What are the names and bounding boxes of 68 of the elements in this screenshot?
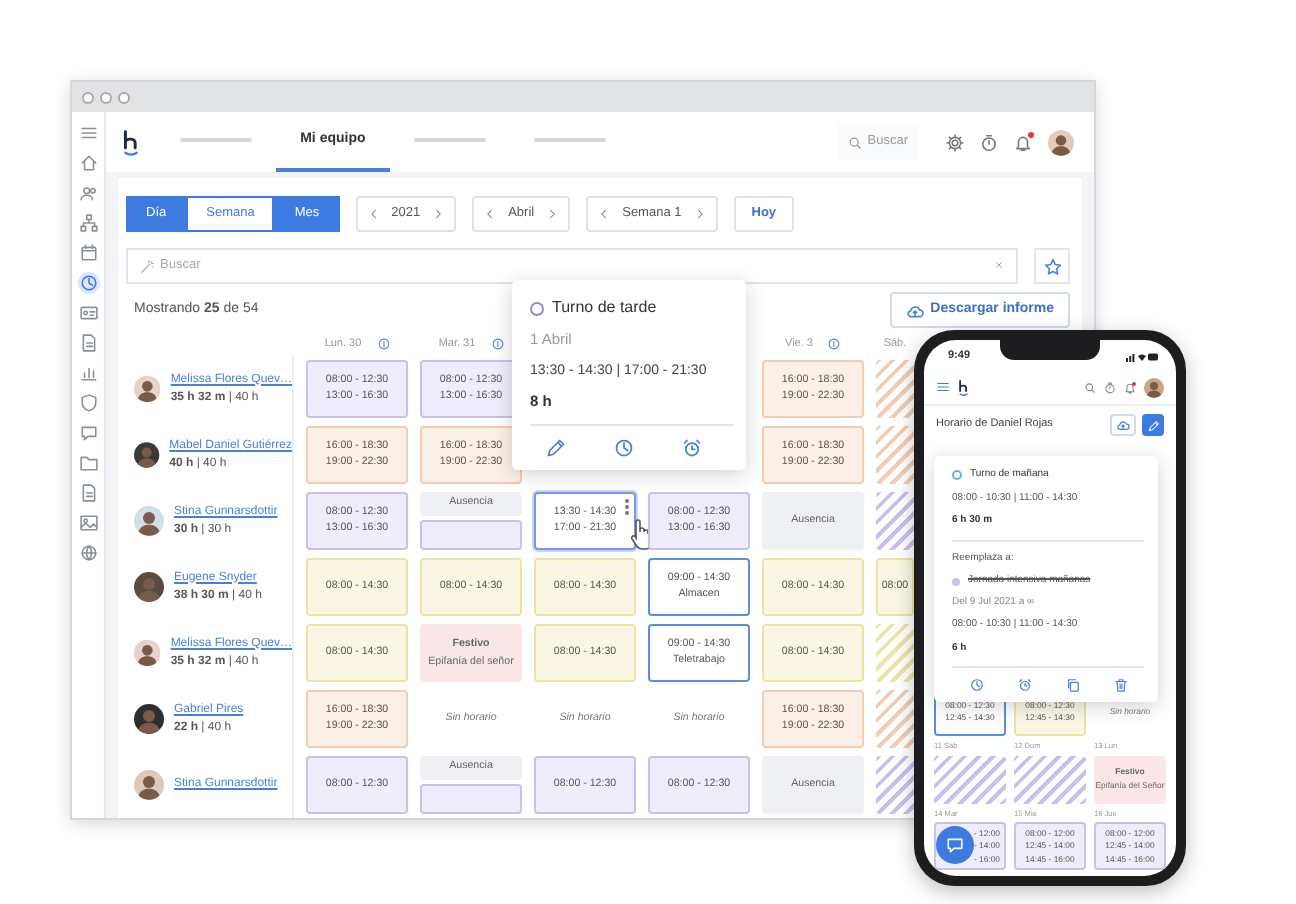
chevron-left-icon[interactable] <box>367 208 380 220</box>
download-button[interactable] <box>1110 414 1136 436</box>
calendar-icon[interactable] <box>77 242 99 264</box>
shield-icon[interactable] <box>77 392 99 414</box>
doc-icon[interactable] <box>77 332 99 354</box>
star-icon <box>1043 257 1061 275</box>
chevron-right-icon[interactable] <box>693 208 706 220</box>
search-icon <box>847 135 862 149</box>
avatar-icon <box>134 638 161 668</box>
pencil-icon[interactable] <box>546 438 566 458</box>
avatar-icon <box>134 572 164 602</box>
doc-icon[interactable] <box>77 482 99 504</box>
chart-icon[interactable] <box>77 362 99 384</box>
radio-icon <box>952 470 962 481</box>
info-icon[interactable] <box>491 338 504 350</box>
chevron-right-icon[interactable] <box>432 208 445 220</box>
avatar-icon <box>134 506 164 536</box>
menu-icon[interactable] <box>936 380 950 394</box>
favorite-button[interactable] <box>1034 248 1070 284</box>
chat-icon[interactable] <box>77 422 99 444</box>
search-icon[interactable] <box>1084 381 1096 393</box>
card-icon[interactable] <box>77 302 99 324</box>
clock-icon[interactable] <box>969 678 983 692</box>
avatar-icon <box>134 770 164 800</box>
trash-icon[interactable] <box>1113 678 1127 692</box>
chevron-right-icon[interactable] <box>546 208 559 220</box>
settings-icon[interactable] <box>946 133 964 151</box>
logo-icon[interactable] <box>122 129 141 155</box>
cloud-upload-icon <box>1116 418 1130 432</box>
chat-icon <box>946 836 964 854</box>
edit-button[interactable] <box>1142 414 1164 436</box>
avatar-icon <box>134 704 164 734</box>
close-icon[interactable] <box>994 259 1004 270</box>
logo-icon[interactable] <box>958 379 970 395</box>
timer-icon[interactable] <box>980 133 998 151</box>
copy-icon[interactable] <box>1065 678 1079 692</box>
home-icon[interactable] <box>77 152 99 174</box>
timer-icon[interactable] <box>1104 381 1116 393</box>
phone-notch <box>1000 340 1100 360</box>
clock-icon[interactable] <box>77 272 99 294</box>
info-icon[interactable] <box>377 338 390 350</box>
radio-icon <box>530 301 544 315</box>
avatar-icon <box>1048 129 1074 155</box>
info-icon[interactable] <box>828 338 841 350</box>
image-icon[interactable] <box>77 512 99 534</box>
globe-icon[interactable] <box>77 542 99 564</box>
clock-icon[interactable] <box>614 438 634 458</box>
shift-card[interactable] <box>420 783 522 814</box>
chevron-left-icon[interactable] <box>484 208 497 220</box>
org-icon[interactable] <box>77 212 99 234</box>
pencil-icon <box>1147 419 1159 431</box>
chevron-left-icon[interactable] <box>598 208 611 220</box>
folder-icon[interactable] <box>77 452 99 474</box>
magic-wand-icon <box>140 259 154 273</box>
avatar-icon <box>134 440 160 470</box>
menu-icon[interactable] <box>77 122 99 144</box>
bell-icon[interactable] <box>1014 133 1032 151</box>
cloud-upload-icon <box>906 301 925 319</box>
kebab-icon[interactable] <box>624 498 630 516</box>
status-icons-drawing <box>1126 352 1158 362</box>
avatar-icon <box>134 374 161 404</box>
shift-title: Turno de tarde <box>552 296 657 320</box>
people-icon[interactable] <box>77 182 99 204</box>
shift-card[interactable] <box>420 519 522 550</box>
avatar-icon <box>1144 377 1164 397</box>
bell-icon[interactable] <box>1124 381 1136 393</box>
alarm-icon[interactable] <box>682 438 702 458</box>
alarm-icon[interactable] <box>1017 678 1031 692</box>
